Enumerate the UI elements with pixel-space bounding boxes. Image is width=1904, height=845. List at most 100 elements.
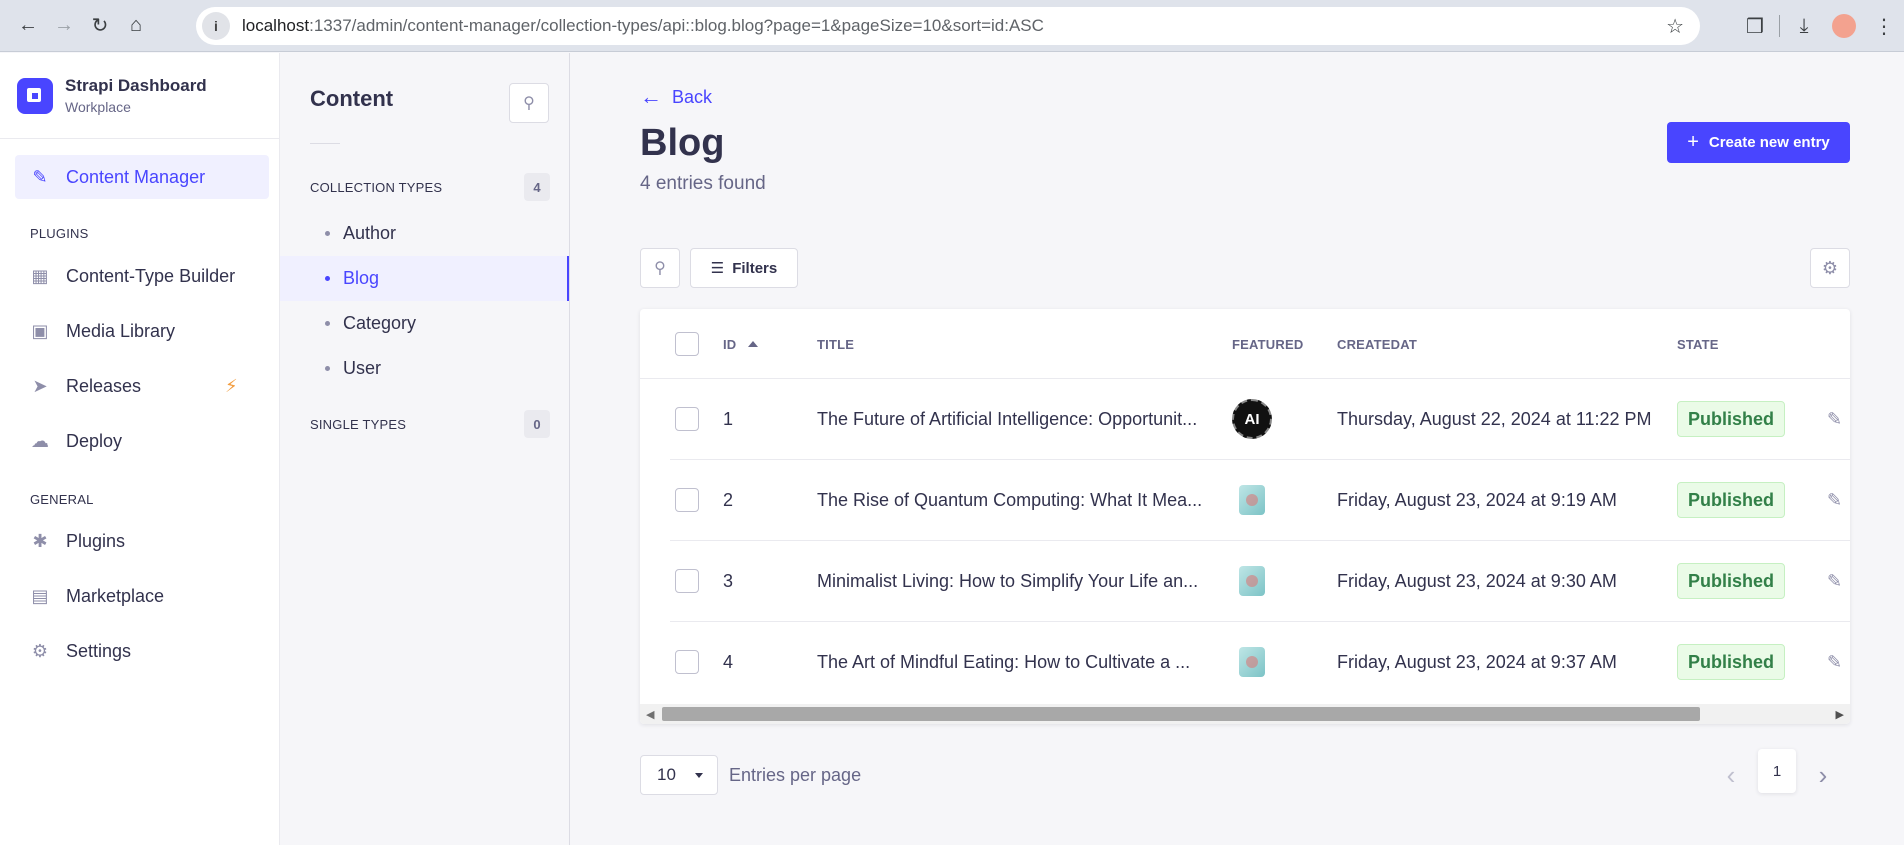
- nav-item-label: Marketplace: [66, 585, 165, 606]
- table-row[interactable]: 2 The Rise of Quantum Computing: What It…: [670, 460, 1850, 541]
- select-all-checkbox[interactable]: [675, 332, 699, 356]
- url-path: :1337/admin/content-manager/collection-t…: [309, 16, 1044, 35]
- row-checkbox[interactable]: [675, 650, 699, 674]
- nav-item-marketplace[interactable]: ▤ Marketplace: [0, 574, 279, 618]
- nav-item-plugins[interactable]: ✱ Plugins: [0, 519, 279, 563]
- paper-plane-icon: ➤: [32, 375, 48, 396]
- browser-actions: ❒ ⤓ ⋮: [1735, 8, 1904, 44]
- scrollbar-thumb[interactable]: [662, 707, 1700, 721]
- nav-section-general: GENERAL: [30, 491, 94, 507]
- toolbar-separator: [1779, 15, 1780, 37]
- row-title: The Art of Mindful Eating: How to Cultiv…: [817, 651, 1191, 672]
- row-checkbox[interactable]: [675, 407, 699, 431]
- status-badge: Published: [1677, 563, 1786, 599]
- status-badge: Published: [1677, 644, 1786, 680]
- plus-icon: +: [1687, 131, 1699, 153]
- table-row[interactable]: 1 The Future of Artificial Intelligence:…: [670, 379, 1850, 460]
- collection-types-label: COLLECTION TYPES: [310, 179, 443, 195]
- back-link[interactable]: ← Back: [640, 84, 712, 110]
- row-edit[interactable]: ✎: [1827, 460, 1842, 540]
- brand-text: Strapi Dashboard Workplace: [65, 76, 207, 115]
- subnav-item-label: Author: [343, 223, 397, 243]
- row-state: Published: [1677, 379, 1786, 459]
- address-bar[interactable]: i localhost:1337/admin/content-manager/c…: [196, 7, 1700, 45]
- column-state[interactable]: STATE: [1677, 309, 1719, 379]
- column-id[interactable]: ID: [723, 309, 759, 379]
- collection-types-header[interactable]: COLLECTION TYPES 4: [310, 173, 550, 201]
- nav-item-settings[interactable]: ⚙ Settings: [0, 629, 279, 673]
- column-createdat[interactable]: CREATEDAT: [1337, 309, 1417, 379]
- single-types-header[interactable]: SINGLE TYPES 0: [310, 410, 550, 438]
- nav-item-content-type-builder[interactable]: ▦ Content-Type Builder: [0, 254, 279, 298]
- filters-button[interactable]: ☰ Filters: [690, 248, 798, 288]
- nav-item-label: Settings: [66, 640, 132, 661]
- row-checkbox-cell: [675, 622, 699, 702]
- row-checkbox[interactable]: [675, 488, 699, 512]
- url-host: localhost: [242, 16, 310, 35]
- subnav-item-blog[interactable]: Blog: [280, 256, 569, 301]
- horizontal-scrollbar[interactable]: ◀ ▶: [640, 704, 1850, 724]
- filter-icon: ☰: [710, 260, 725, 277]
- nav-item-content-manager[interactable]: ✎ Content Manager: [15, 155, 269, 199]
- pencil-icon: ✎: [1827, 489, 1843, 510]
- featured-thumbnail: AI: [1232, 399, 1272, 439]
- extensions-icon[interactable]: ❒: [1735, 8, 1775, 44]
- single-types-count: 0: [524, 410, 550, 438]
- nav-item-releases[interactable]: ➤ Releases ⚡: [0, 364, 279, 408]
- row-edit[interactable]: ✎: [1827, 379, 1842, 459]
- scroll-right-icon[interactable]: ▶: [1836, 708, 1844, 721]
- row-featured: [1232, 541, 1265, 621]
- download-icon[interactable]: ⤓: [1784, 8, 1824, 44]
- row-edit[interactable]: ✎: [1827, 622, 1842, 702]
- previous-page-icon[interactable]: ‹: [1716, 755, 1746, 795]
- column-title[interactable]: TITLE: [817, 309, 854, 379]
- subnav-item-label: Blog: [343, 268, 380, 288]
- row-state: Published: [1677, 622, 1786, 702]
- puzzle-icon: ✱: [32, 530, 48, 551]
- next-page-icon[interactable]: ›: [1808, 755, 1838, 795]
- subnav-item-category[interactable]: Category: [280, 301, 569, 346]
- entries-count: 4 entries found: [640, 173, 766, 194]
- cloud-icon: ☁: [31, 430, 49, 451]
- page-1-button[interactable]: 1: [1758, 749, 1796, 793]
- nav-item-deploy[interactable]: ☁ Deploy: [0, 419, 279, 463]
- browser-back-icon[interactable]: ←: [10, 8, 46, 44]
- column-featured[interactable]: FEATURED: [1232, 309, 1303, 379]
- url-text[interactable]: localhost:1337/admin/content-manager/col…: [242, 16, 1044, 36]
- pencil-icon: ✎: [1827, 408, 1843, 429]
- bullet-icon: [325, 321, 330, 326]
- site-info-icon[interactable]: i: [202, 12, 230, 40]
- subnav-item-user[interactable]: User: [280, 346, 569, 391]
- pencil-icon: ✎: [1827, 651, 1843, 672]
- row-edit[interactable]: ✎: [1827, 541, 1842, 621]
- browser-forward-icon[interactable]: →: [46, 8, 82, 44]
- table-row[interactable]: 4 The Art of Mindful Eating: How to Cult…: [670, 622, 1850, 703]
- entries-table: ID TITLE FEATURED CREATEDAT STATE 1 The …: [640, 309, 1850, 724]
- scroll-left-icon[interactable]: ◀: [646, 708, 654, 721]
- featured-thumbnail: [1239, 566, 1265, 596]
- profile-avatar[interactable]: [1824, 8, 1864, 44]
- gear-icon: ⚙: [31, 640, 49, 661]
- browser-home-icon[interactable]: ⌂: [118, 8, 154, 44]
- bullet-icon: [325, 231, 330, 236]
- subnav-title: Content: [310, 86, 394, 111]
- status-badge: Published: [1677, 482, 1786, 518]
- filters-label: Filters: [732, 259, 778, 277]
- table-search-button[interactable]: ⚲: [640, 248, 680, 288]
- create-new-entry-button[interactable]: + Create new entry: [1667, 122, 1850, 163]
- view-settings-button[interactable]: ⚙: [1810, 248, 1850, 288]
- brand: Strapi Dashboard Workplace: [0, 53, 279, 139]
- strapi-logo-icon: [17, 77, 53, 114]
- row-featured: [1232, 622, 1265, 702]
- bookmark-star-icon[interactable]: ☆: [1666, 14, 1684, 39]
- subnav-divider: [310, 143, 340, 144]
- browser-reload-icon[interactable]: ↻: [82, 8, 118, 44]
- nav-item-media-library[interactable]: ▣ Media Library: [0, 309, 279, 353]
- browser-menu-icon[interactable]: ⋮: [1864, 8, 1904, 44]
- row-id: 3: [723, 570, 734, 591]
- table-row[interactable]: 3 Minimalist Living: How to Simplify You…: [670, 541, 1850, 622]
- subnav-search-icon[interactable]: ⚲: [509, 83, 549, 123]
- subnav-item-author[interactable]: Author: [280, 211, 569, 256]
- page-size-select[interactable]: 10: [640, 755, 718, 795]
- row-checkbox[interactable]: [675, 569, 699, 593]
